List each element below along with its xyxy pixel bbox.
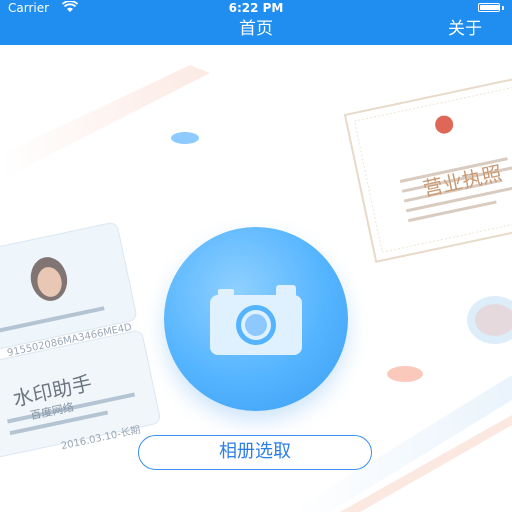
id-card-number: 915502086MA3466ME4D (6, 321, 133, 360)
album-select-button[interactable]: 相册选取 (138, 435, 372, 470)
status-time: 6:22 PM (228, 1, 284, 15)
id-card-date: 2016.03.10-长期 (60, 424, 142, 453)
navigation-bar: Carrier 6:22 PM 首页 关于 (0, 0, 512, 45)
camera-button[interactable] (164, 227, 348, 411)
about-button[interactable]: 关于 (448, 18, 482, 40)
battery-icon (478, 3, 500, 12)
license-title: 营业执照 (420, 160, 504, 202)
main-content: 营业执照 915502086MA3466ME4D 水印助手 百度网络 2016.… (0, 45, 512, 512)
page-title: 首页 (239, 19, 273, 39)
status-bar: Carrier 6:22 PM (0, 0, 512, 15)
camera-icon (210, 285, 302, 355)
battery-cap (502, 6, 504, 10)
id-card-subtext: 百度网络 (29, 400, 75, 423)
id-card-title: 水印助手 (10, 370, 94, 412)
